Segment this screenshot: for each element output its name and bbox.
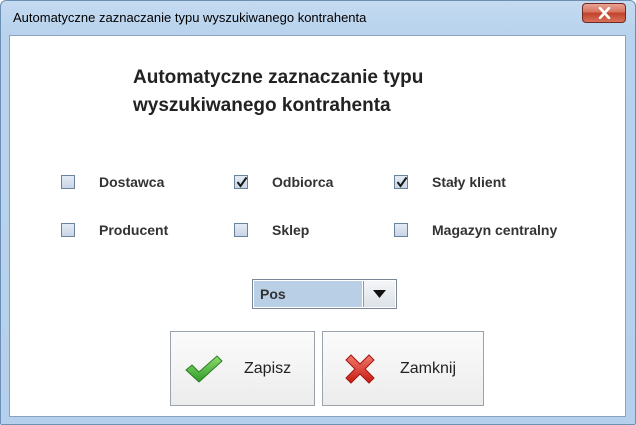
checkbox-sklep[interactable]: Sklep (234, 222, 309, 238)
check-mark-icon (396, 176, 408, 188)
checkbox-staly-klient[interactable]: Stały klient (394, 174, 506, 190)
window-title: Automatyczne zaznaczanie typu wyszukiwan… (13, 10, 367, 25)
checkbox-dostawca[interactable]: Dostawca (61, 174, 164, 190)
select-dropdown-button[interactable] (363, 281, 395, 307)
title-bar[interactable]: Automatyczne zaznaczanie typu wyszukiwan… (1, 1, 635, 35)
close-button[interactable]: Zamknij (322, 331, 484, 406)
checkbox-box[interactable] (394, 175, 408, 189)
checkbox-producent[interactable]: Producent (61, 222, 168, 238)
dialog-window: Automatyczne zaznaczanie typu wyszukiwan… (0, 0, 636, 425)
red-x-icon (345, 354, 375, 384)
checkbox-odbiorca[interactable]: Odbiorca (234, 174, 333, 190)
close-button-label: Zamknij (400, 360, 457, 377)
type-select[interactable]: Pos (252, 279, 397, 309)
checkbox-box[interactable] (234, 175, 248, 189)
dialog-content: Automatyczne zaznaczanie typu wyszukiwan… (9, 35, 626, 417)
select-value[interactable]: Pos (254, 281, 362, 307)
checkbox-box[interactable] (61, 223, 75, 237)
window-bottom-border (1, 417, 635, 424)
close-x-icon (598, 7, 611, 19)
heading-line-1: Automatyczne zaznaczanie typu (133, 67, 424, 88)
checkbox-label: Stały klient (432, 174, 506, 190)
dialog-heading: Automatyczne zaznaczanie typu wyszukiwan… (133, 64, 423, 120)
checkbox-label: Sklep (272, 222, 310, 238)
checkbox-box[interactable] (394, 223, 408, 237)
heading-line-2: wyszukiwanego kontrahenta (133, 95, 391, 116)
triangle-down-icon (373, 290, 386, 298)
checkbox-label: Odbiorca (272, 174, 334, 190)
checkbox-row-2: Producent Sklep Magazyn centralny (10, 222, 625, 242)
checkbox-row-1: Dostawca Odbiorca Stały klient (10, 174, 625, 194)
check-mark-icon (236, 176, 248, 188)
save-button-label: Zapisz (244, 360, 292, 377)
save-button[interactable]: Zapisz (170, 331, 315, 406)
checkbox-box[interactable] (234, 223, 248, 237)
checkbox-box[interactable] (61, 175, 75, 189)
checkbox-label: Magazyn centralny (432, 222, 558, 238)
checkbox-label: Producent (99, 222, 169, 238)
checkbox-label: Dostawca (99, 174, 165, 190)
checkbox-magazyn-centralny[interactable]: Magazyn centralny (394, 222, 557, 238)
green-check-icon (185, 355, 223, 383)
window-close-button[interactable] (582, 3, 626, 23)
